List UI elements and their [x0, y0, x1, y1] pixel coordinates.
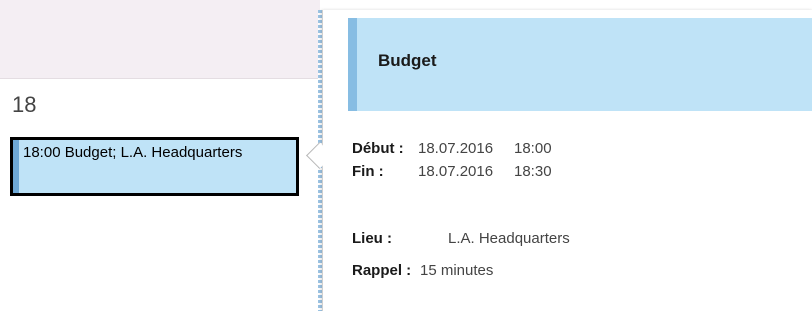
day-header-band [0, 0, 320, 79]
location-value: L.A. Headquarters [448, 230, 570, 247]
start-label: Début : [352, 140, 404, 157]
end-row: Fin : 18.07.2016 18:30 [352, 163, 552, 180]
appointment-color-stripe [13, 140, 19, 193]
start-row: Début : 18.07.2016 18:00 [352, 140, 552, 157]
start-time: 18:00 [514, 140, 552, 157]
reminder-row: Rappel : 15 minutes [352, 262, 493, 279]
popup-title-bar[interactable]: Budget [348, 18, 812, 111]
calendar-view: 18 18:00 Budget; L.A. Headquarters Budge… [0, 0, 812, 311]
start-date: 18.07.2016 [418, 140, 494, 157]
location-row: Lieu : L.A. Headquarters [352, 230, 570, 247]
reminder-value: 15 minutes [420, 262, 494, 279]
location-label: Lieu : [352, 230, 392, 247]
reminder-label: Rappel : [352, 262, 412, 279]
appointment-text: 18:00 Budget; L.A. Headquarters [23, 144, 243, 161]
popup-title-accent [348, 18, 357, 111]
day-number[interactable]: 18 [12, 92, 36, 118]
end-time: 18:30 [514, 163, 552, 180]
popup-title: Budget [378, 51, 437, 70]
end-label: Fin : [352, 163, 384, 180]
appointment-item[interactable]: 18:00 Budget; L.A. Headquarters [10, 137, 299, 196]
end-date: 18.07.2016 [418, 163, 494, 180]
